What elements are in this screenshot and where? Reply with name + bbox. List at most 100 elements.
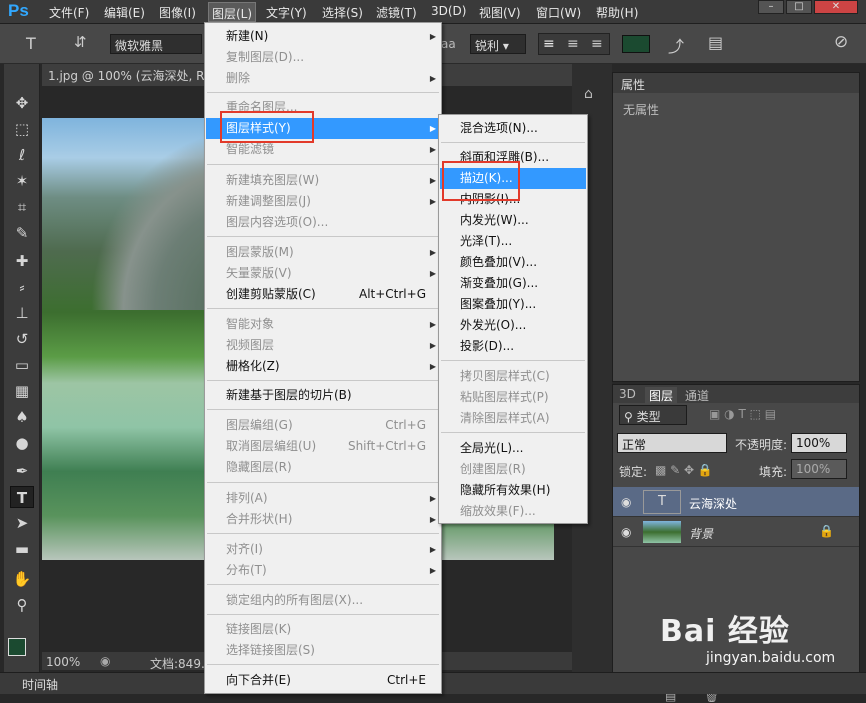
layer-row-background[interactable]: ◉ 背景 🔒 xyxy=(613,517,859,547)
menu-separator xyxy=(441,142,585,143)
filter-pixel-icon[interactable]: ▣ ◑ T ⬚ ▤ xyxy=(709,407,776,421)
menu-item-layer-mask: 图层蒙版(M) ▶ xyxy=(206,242,440,263)
align-left-icon[interactable]: ≡ xyxy=(543,36,555,52)
align-center-icon[interactable]: ≡ xyxy=(567,36,579,52)
antialias-select[interactable]: 锐利 ▾ xyxy=(470,34,526,54)
zoom-level[interactable]: 100% xyxy=(46,655,80,669)
pen-tool-icon[interactable]: ✒ xyxy=(10,460,34,482)
layer-name[interactable]: 云海深处 xyxy=(689,495,737,512)
gradient-tool-icon[interactable]: ▦ xyxy=(10,380,34,402)
menu-item-create-clipping-mask[interactable]: 创建剪贴蒙版(C) Alt+Ctrl+G xyxy=(206,284,440,305)
menu-item-drop-shadow[interactable]: 投影(D)... xyxy=(440,336,586,357)
eyedropper-tool-icon[interactable]: ✎ xyxy=(10,222,34,244)
magic-wand-icon[interactable]: ✶ xyxy=(10,170,34,192)
properties-tab[interactable]: 属性 xyxy=(621,76,645,93)
menu-edit[interactable]: 编辑(E) xyxy=(104,4,145,21)
healing-brush-icon[interactable]: ✚ xyxy=(10,250,34,272)
submenu-arrow-icon: ▶ xyxy=(429,515,436,524)
minimize-icon[interactable]: – xyxy=(758,0,784,14)
menu-file[interactable]: 文件(F) xyxy=(49,4,89,21)
layer-filter-select[interactable]: ⚲ 类型 xyxy=(619,405,687,425)
submenu-arrow-icon: ▶ xyxy=(429,124,436,133)
menu-image[interactable]: 图像(I) xyxy=(159,4,196,21)
tab-channels[interactable]: 通道 xyxy=(685,387,709,404)
menu-item-new-layer-based-slice[interactable]: 新建基于图层的切片(B) xyxy=(206,385,440,406)
dodge-tool-icon[interactable]: ● xyxy=(10,432,34,454)
status-menu-icon[interactable]: ◉ xyxy=(100,654,110,668)
menu-layer[interactable]: 图层(L) xyxy=(208,2,257,22)
maximize-icon[interactable]: □ xyxy=(786,0,812,14)
menu-item-blending-options[interactable]: 混合选项(N)... xyxy=(440,118,586,139)
menu-item-color-overlay[interactable]: 颜色叠加(V)... xyxy=(440,252,586,273)
fill-input[interactable]: 100% xyxy=(791,459,847,479)
menu-select[interactable]: 选择(S) xyxy=(322,4,363,21)
submenu-arrow-icon: ▶ xyxy=(429,362,436,371)
menu-filter[interactable]: 滤镜(T) xyxy=(376,4,417,21)
text-orientation-icon[interactable]: ⇵ xyxy=(74,33,87,51)
zoom-tool-icon[interactable]: ⚲ xyxy=(10,594,34,616)
menu-item-hide-all-effects[interactable]: 隐藏所有效果(H) xyxy=(440,480,586,501)
menu-3d[interactable]: 3D(D) xyxy=(431,4,466,18)
path-select-icon[interactable]: ➤ xyxy=(10,512,34,534)
lasso-tool-icon[interactable]: ℓ xyxy=(10,144,34,166)
eraser-tool-icon[interactable]: ▭ xyxy=(10,354,34,376)
marquee-tool-icon[interactable]: ⬚ xyxy=(10,118,34,140)
align-right-icon[interactable]: ≡ xyxy=(591,36,603,52)
history-panel-icon[interactable]: ⌂ xyxy=(584,86,593,102)
type-tool-preset-icon[interactable]: T xyxy=(26,34,36,53)
layer-row-text[interactable]: ◉ T 云海深处 xyxy=(613,487,859,517)
blend-mode-select[interactable]: 正常 xyxy=(617,433,727,453)
shape-tool-icon[interactable]: ▬ xyxy=(10,538,34,560)
tab-layers[interactable]: 图层 xyxy=(645,387,678,404)
tab-3d[interactable]: 3D xyxy=(619,387,636,401)
menu-item-rasterize[interactable]: 栅格化(Z) ▶ xyxy=(206,356,440,377)
type-tool-icon[interactable]: T xyxy=(10,486,34,508)
menu-window[interactable]: 窗口(W) xyxy=(536,4,581,21)
menu-item-new[interactable]: 新建(N) ▶ xyxy=(206,26,440,47)
submenu-arrow-icon: ▶ xyxy=(429,74,436,83)
menu-item-new-adjustment-layer: 新建调整图层(J) ▶ xyxy=(206,191,440,212)
cancel-edit-icon[interactable]: ⊘ xyxy=(834,32,848,52)
hand-tool-icon[interactable]: ✋ xyxy=(10,568,34,590)
annotation-box-stroke xyxy=(442,161,520,201)
brush-tool-icon[interactable]: ⸗ xyxy=(10,276,34,298)
menu-item-outer-glow[interactable]: 外发光(O)... xyxy=(440,315,586,336)
character-panel-icon[interactable]: ▤ xyxy=(708,33,723,52)
eye-icon[interactable]: ◉ xyxy=(621,495,631,509)
menu-view[interactable]: 视图(V) xyxy=(479,4,521,21)
menu-item-global-light[interactable]: 全局光(L)... xyxy=(440,438,586,459)
menu-item-create-layer: 创建图层(R) xyxy=(460,462,526,476)
crop-tool-icon[interactable]: ⌗ xyxy=(10,196,34,218)
opacity-input[interactable]: 100% xyxy=(791,433,847,453)
stamp-tool-icon[interactable]: ⊥ xyxy=(10,302,34,324)
eye-icon[interactable]: ◉ xyxy=(621,525,631,539)
blur-tool-icon[interactable]: ♠ xyxy=(10,406,34,428)
warp-text-icon[interactable]: ⤴ xyxy=(668,33,684,57)
menu-separator xyxy=(207,380,439,381)
move-tool-icon[interactable]: ✥ xyxy=(10,92,34,114)
menu-item-copy-layer-style: 拷贝图层样式(C) xyxy=(460,369,550,383)
menu-item-gradient-overlay[interactable]: 渐变叠加(G)... xyxy=(440,273,586,294)
menu-item-pattern-overlay[interactable]: 图案叠加(Y)... xyxy=(440,294,586,315)
menu-separator xyxy=(207,92,439,93)
foreground-color-swatch[interactable] xyxy=(8,638,26,656)
menu-type[interactable]: 文字(Y) xyxy=(266,4,307,21)
menu-item-satin[interactable]: 光泽(T)... xyxy=(440,231,586,252)
menu-item-inner-glow[interactable]: 内发光(W)... xyxy=(440,210,586,231)
font-family-select[interactable]: 微软雅黑 xyxy=(110,34,202,54)
no-properties-text: 无属性 xyxy=(623,103,660,117)
text-color-swatch[interactable] xyxy=(622,35,650,53)
submenu-arrow-icon: ▶ xyxy=(429,494,436,503)
photoshop-logo: Ps xyxy=(8,1,29,20)
lock-icons[interactable]: ▩ ✎ ✥ 🔒 xyxy=(655,463,713,477)
baidu-watermark: Bai 经验 xyxy=(660,614,790,649)
layer-name[interactable]: 背景 xyxy=(689,525,713,542)
menu-help[interactable]: 帮助(H) xyxy=(596,4,638,21)
menu-item-ungroup-layers: 取消图层编组(U) Shift+Ctrl+G xyxy=(226,439,426,453)
menu-item-merge-down[interactable]: 向下合并(E) Ctrl+E xyxy=(206,670,440,691)
timeline-label[interactable]: 时间轴 xyxy=(22,676,58,693)
history-brush-icon[interactable]: ↺ xyxy=(10,328,34,350)
submenu-arrow-icon: ▶ xyxy=(429,320,436,329)
menu-item-layer-content-options: 图层内容选项(O)... xyxy=(226,215,329,229)
close-icon[interactable]: ✕ xyxy=(814,0,858,14)
